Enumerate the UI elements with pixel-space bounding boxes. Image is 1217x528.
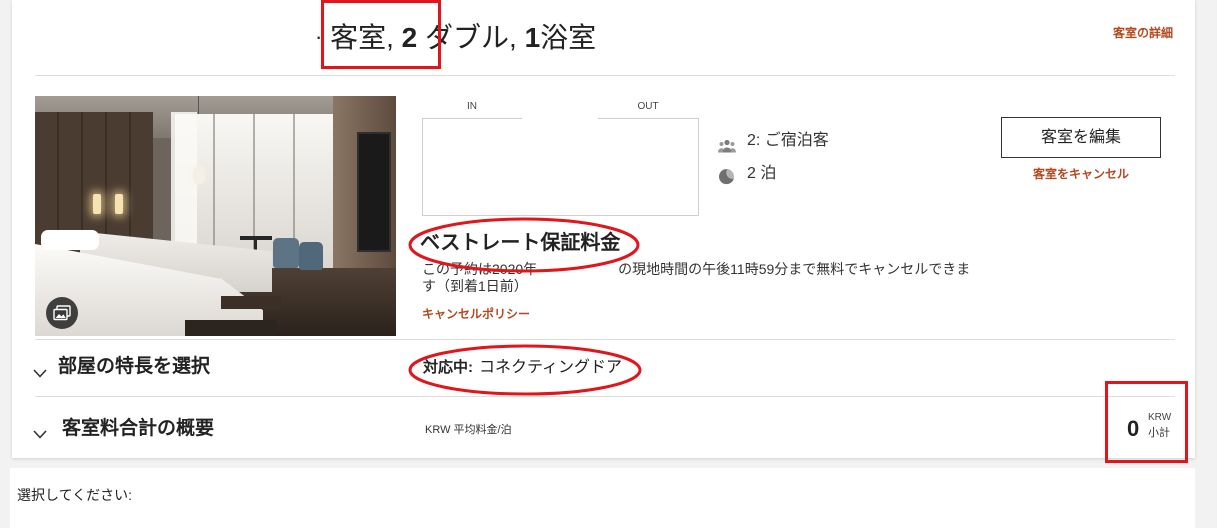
photo-tv xyxy=(357,132,391,252)
divider-features xyxy=(35,339,1175,340)
feature-status: 対応中: コネクティングドア xyxy=(423,356,622,380)
title-bath-count: 1 xyxy=(524,22,541,53)
cancel-room-link[interactable]: 客室をキャンセル xyxy=(1001,167,1161,181)
policy-text-start: この予約は2020年 xyxy=(422,261,538,277)
moon-icon xyxy=(719,169,734,185)
guests-icon xyxy=(718,139,736,153)
subtotal-currency: KRW xyxy=(1148,412,1172,423)
chevron-down-icon[interactable] xyxy=(33,430,47,439)
room-details-link[interactable]: 客室の詳細 xyxy=(1113,25,1173,41)
chevron-down-icon[interactable] xyxy=(33,369,47,378)
photo-wall-lamp xyxy=(93,194,101,214)
selection-prompt: 選択してください: xyxy=(17,487,133,503)
photo-bed-base xyxy=(185,320,277,336)
room-card: · 客室, 2 ダブル, 1浴室 客室の詳細 IN OUT 2: ご宿泊客 2 … xyxy=(12,0,1195,458)
photo-pendant-lamp xyxy=(193,166,205,184)
price-summary-toggle[interactable]: 客室料合計の概要 xyxy=(62,417,214,441)
photo-armchair xyxy=(273,238,299,268)
feature-status-value: コネクティングドア xyxy=(479,359,623,376)
room-photo[interactable] xyxy=(35,96,396,336)
feature-status-label: 対応中: xyxy=(423,359,473,376)
photo-armchair xyxy=(299,242,323,270)
policy-date-gap xyxy=(537,273,618,274)
room-features-toggle[interactable]: 部屋の特長を選択 xyxy=(58,355,210,379)
divider-summary xyxy=(35,396,1175,397)
photo-gallery-button[interactable] xyxy=(46,297,78,329)
photo-pillow xyxy=(41,230,99,250)
rate-name: ベストレート保証料金 xyxy=(420,232,621,254)
cancellation-policy-text: この予約は2020年 の現地時間の午後11時59分まで無料でキャンセルできます（到… xyxy=(422,261,978,295)
title-bath: 浴室 xyxy=(540,22,597,53)
subtotal-label: 小計 xyxy=(1148,427,1170,439)
check-out-label: OUT xyxy=(637,101,659,112)
title-bed-count: 2 xyxy=(401,22,418,53)
title-room: 客室, xyxy=(322,22,402,53)
subtotal-value: 0 xyxy=(1127,416,1140,441)
photo-wall-lamp xyxy=(115,194,123,214)
edit-room-button[interactable]: 客室を編集 xyxy=(1001,117,1161,158)
photo-gallery-icon xyxy=(53,305,71,321)
title-bed-type: ダブル, xyxy=(417,22,525,53)
cancellation-policy-link[interactable]: キャンセルポリシー xyxy=(422,306,530,322)
check-in-label: IN xyxy=(467,101,477,112)
stay-dates-gap xyxy=(522,114,598,152)
guest-count: 2: ご宿泊客 xyxy=(747,132,829,149)
night-count: 2 泊 xyxy=(747,165,777,182)
room-title: · 客室, 2 ダブル, 1浴室 xyxy=(315,18,596,57)
photo-bench xyxy=(221,296,281,309)
divider-top xyxy=(35,75,1175,76)
selection-panel: 選択してください: xyxy=(10,468,1195,528)
average-rate-label: KRW 平均料金/泊 xyxy=(425,424,512,436)
